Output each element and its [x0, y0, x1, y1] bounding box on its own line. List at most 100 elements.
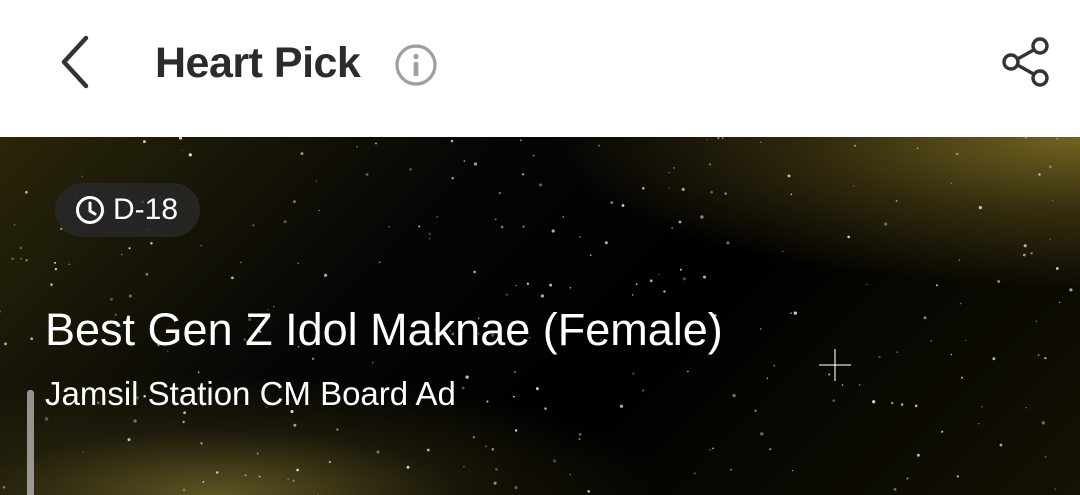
star	[82, 451, 84, 454]
star	[999, 443, 1003, 447]
star	[1025, 406, 1027, 409]
star	[754, 409, 757, 412]
star	[717, 137, 720, 140]
star	[790, 193, 793, 196]
star	[679, 268, 682, 271]
star	[473, 162, 478, 166]
star	[406, 465, 410, 469]
app-header: Heart Pick	[0, 0, 1080, 137]
dday-label: D-18	[113, 193, 179, 226]
star	[597, 144, 600, 147]
star	[292, 200, 296, 204]
star	[769, 448, 772, 451]
star	[461, 386, 465, 390]
star	[992, 357, 996, 361]
star	[726, 241, 730, 245]
star	[1025, 137, 1027, 139]
star	[916, 453, 920, 457]
info-icon	[395, 44, 437, 86]
star	[712, 447, 714, 450]
star	[853, 185, 855, 187]
star	[1023, 244, 1027, 248]
star	[703, 275, 706, 279]
star	[866, 283, 868, 286]
star	[252, 224, 255, 227]
star	[884, 222, 888, 226]
star	[365, 173, 369, 176]
star	[935, 284, 938, 287]
star	[544, 407, 547, 410]
banner-title: Best Gen Z Idol Maknae (Female)	[45, 304, 723, 355]
star	[965, 339, 967, 342]
star	[1030, 252, 1033, 255]
star	[1022, 253, 1026, 257]
star	[535, 387, 539, 391]
star	[682, 277, 686, 281]
sparkle-star	[819, 349, 851, 381]
star	[215, 471, 219, 474]
star	[641, 186, 645, 190]
star	[578, 235, 581, 238]
star	[590, 254, 592, 257]
star	[668, 171, 670, 174]
star	[891, 401, 894, 405]
star	[25, 190, 28, 194]
page-title: Heart Pick	[155, 39, 361, 87]
star	[760, 328, 762, 330]
back-button[interactable]	[46, 30, 106, 94]
star	[25, 258, 28, 262]
star	[200, 442, 203, 445]
star	[495, 467, 498, 471]
star	[292, 479, 295, 482]
star	[893, 487, 897, 491]
star	[658, 273, 660, 276]
star	[687, 370, 689, 373]
star	[1058, 301, 1061, 304]
star	[959, 302, 962, 305]
star	[721, 137, 724, 139]
star	[375, 142, 377, 145]
star	[426, 448, 430, 452]
star	[379, 261, 381, 263]
star	[847, 235, 851, 239]
star	[978, 423, 980, 425]
star	[793, 311, 797, 315]
star	[256, 452, 259, 455]
star	[539, 183, 543, 187]
share-button[interactable]	[996, 32, 1056, 92]
star	[663, 290, 666, 293]
star	[44, 417, 49, 421]
star	[494, 218, 497, 221]
clock-icon	[76, 196, 104, 224]
star	[300, 152, 304, 156]
star	[709, 449, 711, 451]
star	[1049, 238, 1051, 240]
vote-banner[interactable]: D-18 Best Gen Z Idol Maknae (Female) Jam…	[0, 137, 1080, 495]
star	[895, 199, 898, 202]
star	[732, 393, 736, 398]
star	[336, 428, 339, 431]
star	[631, 294, 634, 296]
info-button[interactable]	[393, 42, 439, 88]
star	[1056, 138, 1059, 140]
star	[641, 389, 645, 392]
star	[621, 204, 625, 207]
star	[997, 279, 1001, 284]
star	[872, 400, 876, 404]
star	[532, 154, 535, 157]
star	[451, 176, 454, 180]
star	[1035, 320, 1037, 322]
star	[54, 267, 58, 271]
star	[604, 241, 608, 245]
star	[311, 357, 315, 360]
star	[178, 137, 183, 140]
star	[906, 477, 909, 480]
star	[930, 339, 933, 342]
star	[681, 187, 685, 191]
star	[710, 190, 713, 194]
star	[520, 139, 522, 142]
star	[328, 460, 332, 464]
star	[463, 160, 466, 162]
star	[787, 174, 791, 178]
star	[958, 259, 961, 262]
